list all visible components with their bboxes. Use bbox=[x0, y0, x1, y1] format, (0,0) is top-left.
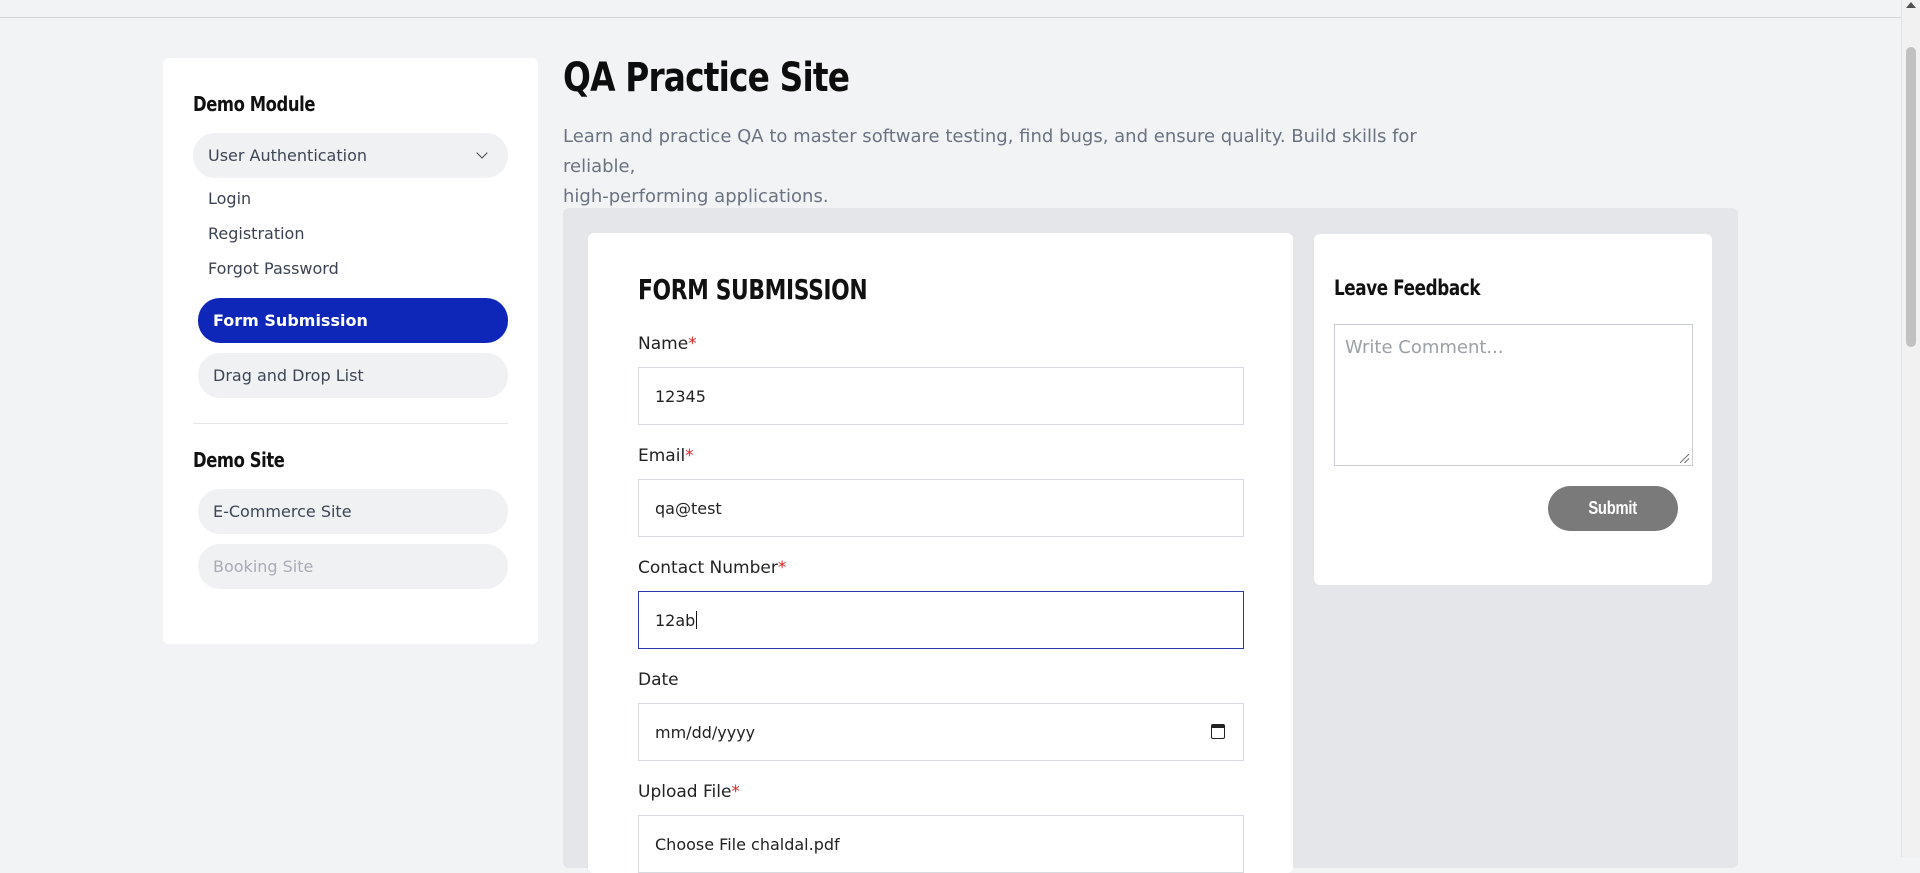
submit-label: Submit bbox=[1588, 498, 1638, 518]
page-description: Learn and practice QA to master software… bbox=[563, 122, 1493, 212]
sidebar-item-registration[interactable]: Registration bbox=[208, 224, 304, 243]
name-field[interactable]: 12345 bbox=[638, 367, 1244, 425]
sidebar-item-forgot-password[interactable]: Forgot Password bbox=[208, 259, 339, 278]
required-marker: * bbox=[731, 782, 740, 802]
demo-site-heading: Demo Site bbox=[193, 448, 285, 472]
contact-label-text: Contact Number bbox=[638, 558, 778, 578]
email-label: Email* bbox=[638, 446, 694, 466]
upload-value: Choose File chaldal.pdf bbox=[655, 834, 840, 854]
sidebar-divider bbox=[193, 423, 508, 424]
sidebar-item-form-submission[interactable]: Form Submission bbox=[198, 298, 508, 343]
name-value: 12345 bbox=[655, 386, 706, 406]
required-marker: * bbox=[685, 446, 694, 466]
upload-file-field[interactable]: Choose File chaldal.pdf bbox=[638, 815, 1244, 873]
sidebar-item-drag-and-drop[interactable]: Drag and Drop List bbox=[198, 353, 508, 398]
upload-label-text: Upload File bbox=[638, 782, 732, 802]
demo-module-heading: Demo Module bbox=[193, 92, 316, 116]
user-authentication-label: User Authentication bbox=[208, 146, 368, 165]
email-value: qa@test bbox=[655, 498, 722, 518]
form-submission-label: Form Submission bbox=[213, 311, 368, 330]
sidebar: Demo Module User Authentication Login Re… bbox=[163, 58, 538, 644]
contact-number-field[interactable]: 12ab bbox=[638, 591, 1244, 649]
upload-file-label: Upload File* bbox=[638, 782, 740, 802]
contact-number-label: Contact Number* bbox=[638, 558, 786, 578]
sidebar-item-ecommerce[interactable]: E-Commerce Site bbox=[198, 489, 508, 534]
name-label-text: Name bbox=[638, 334, 689, 354]
resize-grip-icon[interactable] bbox=[1680, 454, 1689, 463]
email-label-text: Email bbox=[638, 446, 686, 466]
feedback-card: Leave Feedback Submit bbox=[1314, 234, 1712, 585]
booking-label: Booking Site bbox=[213, 557, 314, 576]
scrollbar[interactable] bbox=[1901, 0, 1920, 857]
text-caret bbox=[696, 611, 698, 629]
page-title: QA Practice Site bbox=[563, 55, 850, 101]
date-label: Date bbox=[638, 670, 679, 690]
user-authentication-dropdown[interactable]: User Authentication bbox=[193, 133, 508, 178]
drag-and-drop-label: Drag and Drop List bbox=[213, 366, 364, 385]
feedback-title: Leave Feedback bbox=[1334, 276, 1481, 300]
sidebar-item-booking: Booking Site bbox=[198, 544, 508, 589]
scroll-thumb[interactable] bbox=[1906, 47, 1916, 347]
name-label: Name* bbox=[638, 334, 697, 354]
sidebar-item-login[interactable]: Login bbox=[208, 189, 251, 208]
ecommerce-label: E-Commerce Site bbox=[213, 502, 352, 521]
calendar-icon[interactable] bbox=[1211, 724, 1225, 739]
scroll-up-icon[interactable] bbox=[1906, 2, 1916, 8]
date-field[interactable]: mm/dd/yyyy bbox=[638, 703, 1244, 761]
required-marker: * bbox=[777, 558, 787, 578]
submit-button[interactable]: Submit bbox=[1548, 486, 1678, 531]
page-description-line-1: Learn and practice QA to master software… bbox=[563, 126, 1417, 177]
form-title: FORM SUBMISSION bbox=[638, 273, 868, 306]
date-value: mm/dd/yyyy bbox=[655, 722, 756, 742]
comment-textarea[interactable] bbox=[1334, 324, 1693, 466]
contact-value: 12ab bbox=[655, 610, 696, 630]
browser-top-edge bbox=[0, 0, 1902, 18]
email-field[interactable]: qa@test bbox=[638, 479, 1244, 537]
chevron-down-icon bbox=[476, 147, 488, 159]
required-marker: * bbox=[688, 334, 697, 354]
form-card: FORM SUBMISSION Name* 12345 Email* qa@te… bbox=[588, 233, 1293, 873]
